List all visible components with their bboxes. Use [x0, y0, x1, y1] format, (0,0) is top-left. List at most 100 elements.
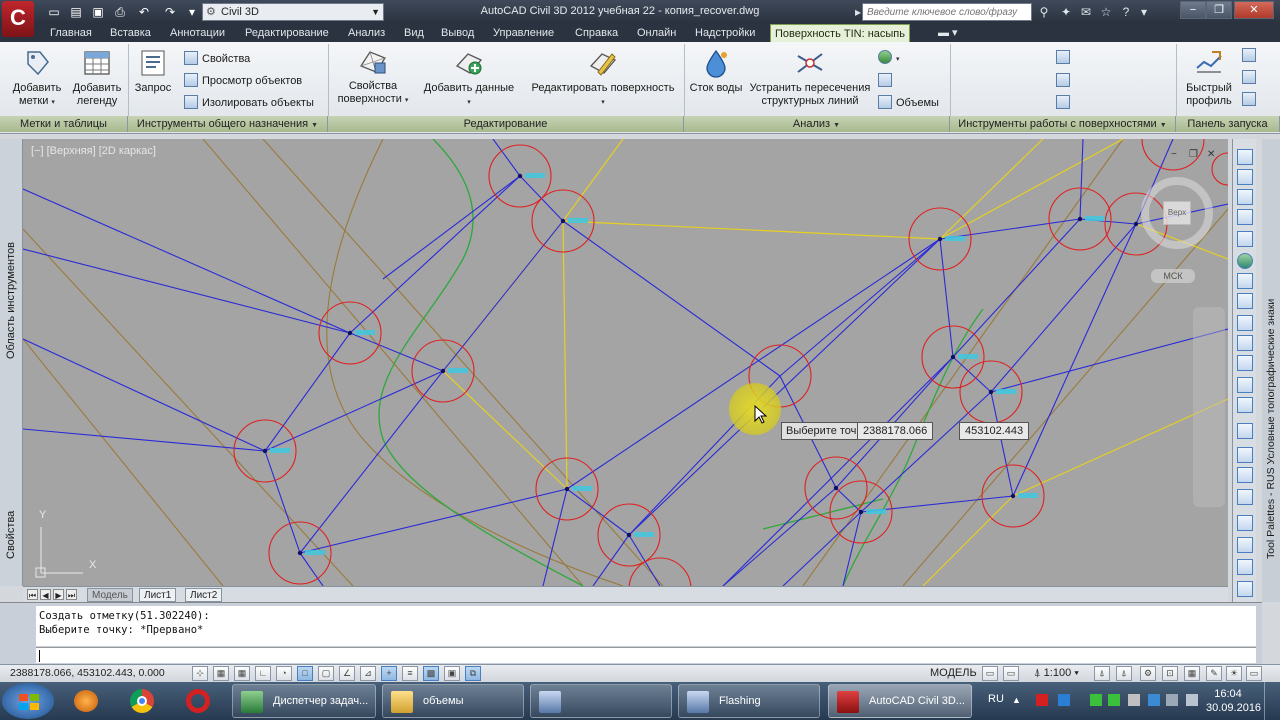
- selection-cycling-icon[interactable]: ⧉: [465, 666, 481, 681]
- dropdown-arrow-icon[interactable]: ▾: [184, 4, 200, 20]
- tab-analyze[interactable]: Анализ: [344, 24, 389, 42]
- next-tab-icon[interactable]: ▶: [53, 589, 64, 600]
- palette-tool-icon[interactable]: [1237, 489, 1253, 505]
- taskbar-app[interactable]: [530, 684, 672, 718]
- add-labels-button[interactable]: Добавить метки ▾: [10, 48, 64, 109]
- ribbon-options-icon[interactable]: ▬ ▾: [934, 24, 962, 42]
- layout-tab-model[interactable]: Модель: [87, 588, 133, 602]
- volumes-button[interactable]: Объемы: [878, 95, 939, 110]
- palette-tool-icon[interactable]: [1237, 355, 1253, 371]
- palette-tool-icon[interactable]: [1237, 559, 1253, 575]
- ortho-mode-icon[interactable]: ∟: [255, 666, 271, 681]
- palette-tool-icon[interactable]: [1237, 447, 1253, 463]
- viewport-close-icon[interactable]: ✕: [1207, 149, 1215, 160]
- palette-tool-icon[interactable]: [1237, 273, 1253, 289]
- launch-tool-2[interactable]: [1242, 70, 1260, 85]
- quick-properties-icon[interactable]: ▣: [444, 666, 460, 681]
- tool-palette-title-bar[interactable]: Tool Palettes - RUS Условные топографиче…: [1262, 139, 1280, 602]
- layout-tab-sheet1[interactable]: Лист1: [139, 588, 177, 602]
- palette-tool-icon[interactable]: [1237, 397, 1253, 413]
- chevron-down-icon[interactable]: ▾: [1136, 4, 1152, 20]
- view-objects-button[interactable]: Просмотр объектов: [184, 73, 302, 88]
- communication-icon[interactable]: ✉: [1078, 4, 1094, 20]
- volume-icon[interactable]: [1186, 694, 1198, 706]
- tab-tin-surface[interactable]: Поверхность TIN: насыпь: [770, 24, 910, 42]
- taskbar-folder[interactable]: объемы: [382, 684, 524, 718]
- drawing-viewport[interactable]: [−] [Верхняя] [2D каркас] Верх МСК − ❐ ✕…: [23, 139, 1228, 586]
- properties-button[interactable]: Свойства: [184, 51, 250, 66]
- quick-profile-button[interactable]: Быстрый профиль: [1180, 48, 1238, 108]
- cursor-coordinates[interactable]: 2388178.066, 453102.443, 0.000: [10, 667, 165, 679]
- ducs-icon[interactable]: ⊿: [360, 666, 376, 681]
- tab-addins[interactable]: Надстройки: [691, 24, 759, 42]
- tool-area-tab[interactable]: Область инструментов: [5, 199, 17, 359]
- add-data-button[interactable]: Добавить данные ▾: [420, 48, 518, 109]
- water-drop-button[interactable]: Сток воды: [688, 48, 744, 95]
- first-tab-icon[interactable]: ⏮: [27, 589, 38, 600]
- panel-analyze[interactable]: Анализ ▼: [684, 116, 950, 132]
- undo-icon[interactable]: ↶: [136, 4, 152, 20]
- binoculars-icon[interactable]: ⚲: [1036, 4, 1052, 20]
- palette-tool-icon[interactable]: [1237, 377, 1253, 393]
- dynamic-input-x[interactable]: 2388178.066: [857, 422, 934, 440]
- clock[interactable]: 16:04 30.09.2016: [1206, 687, 1261, 715]
- infer-constraints-icon[interactable]: ⊹: [192, 666, 208, 681]
- lineweight-icon[interactable]: ≡: [402, 666, 418, 681]
- opera-icon[interactable]: [172, 684, 226, 718]
- resolve-crossings-button[interactable]: Устранить пересечения структурных линий: [746, 48, 874, 108]
- tab-online[interactable]: Онлайн: [633, 24, 680, 42]
- app-menu-button[interactable]: C: [2, 1, 34, 37]
- annotation-scale[interactable]: ⍋ 1:100 ▾: [1034, 667, 1079, 680]
- tab-insert[interactable]: Вставка: [106, 24, 155, 42]
- globe-icon[interactable]: [1237, 253, 1253, 269]
- minimize-button[interactable]: −: [1180, 1, 1206, 19]
- dynamic-input-y[interactable]: 453102.443: [959, 422, 1030, 440]
- tab-output[interactable]: Вывод: [437, 24, 478, 42]
- panel-surface-tools[interactable]: Инструменты работы с поверхностями ▼: [950, 116, 1176, 132]
- start-button[interactable]: [2, 683, 54, 719]
- dynamic-input-icon[interactable]: +: [381, 666, 397, 681]
- panel-modify[interactable]: Редактирование: [328, 116, 684, 132]
- palette-tool-icon[interactable]: [1237, 467, 1253, 483]
- tab-help[interactable]: Справка: [571, 24, 622, 42]
- launch-tool-1[interactable]: [1242, 48, 1260, 63]
- tab-manage[interactable]: Управление: [489, 24, 558, 42]
- taskbar-autocad[interactable]: AutoCAD Civil 3D...: [828, 684, 972, 718]
- star-icon[interactable]: ☆: [1098, 4, 1114, 20]
- palette-tool-icon[interactable]: [1237, 315, 1253, 331]
- viewport-restore-icon[interactable]: ❐: [1189, 149, 1198, 160]
- navigation-bar[interactable]: [1193, 307, 1225, 507]
- viewport-minimize-icon[interactable]: −: [1171, 149, 1177, 160]
- tab-view[interactable]: Вид: [400, 24, 428, 42]
- isolate-objects-button[interactable]: Изолировать объекты: [184, 95, 314, 110]
- edit-surface-button[interactable]: Редактировать поверхность ▾: [528, 48, 678, 109]
- viewcube-top-face[interactable]: Верх: [1163, 201, 1191, 225]
- analysis-tool-1[interactable]: ▾: [878, 50, 900, 67]
- palette-tool-icon[interactable]: [1237, 169, 1253, 185]
- tab-modify[interactable]: Редактирование: [241, 24, 333, 42]
- annotation-visibility-icon[interactable]: ⍋: [1094, 666, 1110, 681]
- redo-icon[interactable]: ↷: [162, 4, 178, 20]
- tray-app-icon[interactable]: [1148, 694, 1160, 706]
- restore-button[interactable]: ❐: [1206, 1, 1232, 19]
- add-legend-button[interactable]: Добавить легенду: [70, 48, 124, 108]
- object-snap-icon[interactable]: □: [297, 666, 313, 681]
- tray-app-icon[interactable]: [1058, 694, 1070, 706]
- search-input[interactable]: [862, 3, 1032, 21]
- tab-home[interactable]: Главная: [46, 24, 96, 42]
- palette-tool-icon[interactable]: [1237, 149, 1253, 165]
- palette-tool-icon[interactable]: [1237, 231, 1253, 247]
- viewport-controls-label[interactable]: [−] [Верхняя] [2D каркас]: [31, 145, 156, 157]
- taskbar-task-manager[interactable]: Диспетчер задач...: [232, 684, 376, 718]
- surface-properties-button[interactable]: Свойства поверхности ▾: [336, 46, 410, 107]
- otrack-icon[interactable]: ∠: [339, 666, 355, 681]
- ucs-menu-button[interactable]: МСК: [1151, 269, 1195, 283]
- workspace-switch-icon[interactable]: ⚙: [1140, 666, 1156, 681]
- transparency-icon[interactable]: ▩: [423, 666, 439, 681]
- panel-general-tools[interactable]: Инструменты общего назначения ▼: [128, 116, 328, 132]
- print-icon[interactable]: ⎙: [112, 4, 128, 20]
- snap-mode-icon[interactable]: ▦: [213, 666, 229, 681]
- query-button[interactable]: Запрос: [132, 48, 174, 95]
- help-icon[interactable]: ?: [1118, 4, 1134, 20]
- command-input[interactable]: [36, 647, 1256, 663]
